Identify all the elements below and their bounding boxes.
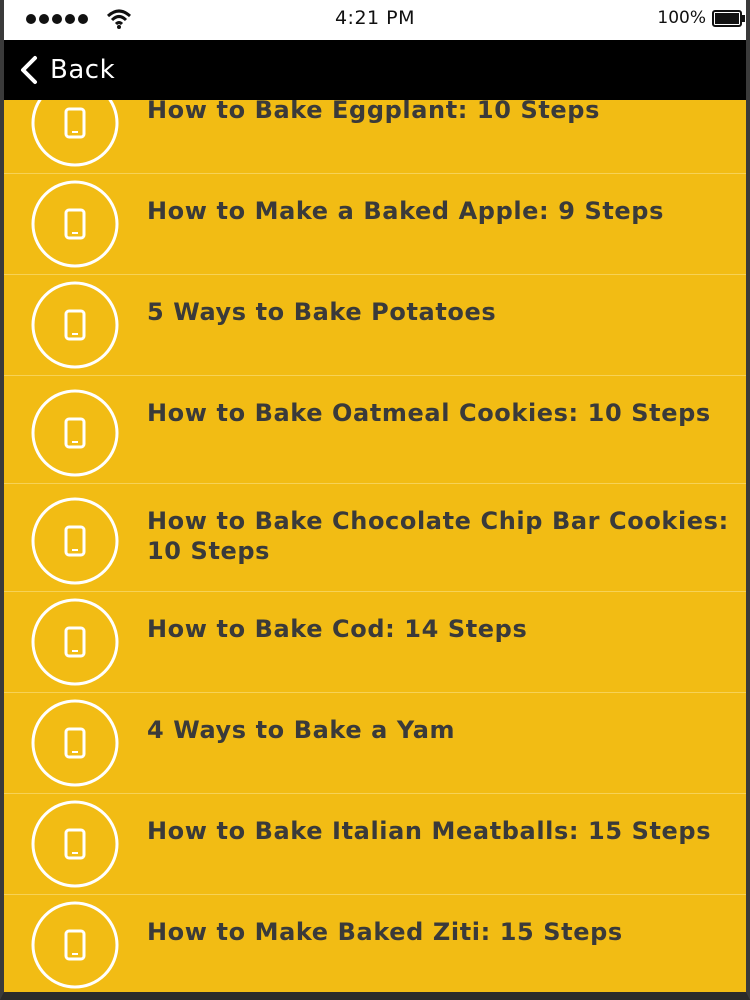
list-item-label: 4 Ways to Bake a Yam bbox=[147, 716, 456, 744]
article-list-content: How to Bake Eggplant: 10 Steps How to Ma… bbox=[4, 100, 746, 992]
list-item[interactable]: How to Make Baked Ziti: 15 Steps bbox=[4, 895, 746, 992]
navigation-bar: Back bbox=[4, 40, 746, 100]
list-item[interactable]: 4 Ways to Bake a Yam bbox=[4, 693, 746, 794]
back-button[interactable]: Back bbox=[18, 52, 115, 88]
list-item[interactable]: How to Bake Italian Meatballs: 15 Steps bbox=[4, 794, 746, 895]
list-item[interactable]: 5 Ways to Bake Potatoes bbox=[4, 275, 746, 376]
article-list[interactable]: How to Bake Eggplant: 10 Steps How to Ma… bbox=[4, 100, 746, 992]
phone-icon bbox=[31, 180, 119, 268]
back-label: Back bbox=[50, 55, 116, 85]
list-item-label: How to Bake Chocolate Chip Bar Cookies: … bbox=[147, 507, 729, 565]
phone-icon bbox=[31, 800, 119, 888]
phone-icon bbox=[31, 281, 119, 369]
list-item[interactable]: How to Bake Oatmeal Cookies: 10 Steps bbox=[4, 376, 746, 484]
status-bar: 4:21 PM 100% bbox=[4, 0, 746, 40]
status-time: 4:21 PM bbox=[334, 7, 416, 29]
battery-icon bbox=[712, 10, 745, 27]
list-item[interactable]: How to Bake Eggplant: 10 Steps bbox=[4, 100, 746, 174]
phone-icon bbox=[31, 497, 119, 585]
chevron-left-icon bbox=[21, 56, 37, 84]
list-item-label: How to Bake Cod: 14 Steps bbox=[147, 615, 528, 643]
phone-icon bbox=[31, 389, 119, 477]
battery-percent: 100% bbox=[657, 8, 706, 28]
list-item-label: How to Bake Oatmeal Cookies: 10 Steps bbox=[147, 399, 711, 427]
list-item-label: How to Make a Baked Apple: 9 Steps bbox=[147, 197, 664, 225]
phone-icon bbox=[31, 598, 119, 686]
phone-icon bbox=[31, 100, 119, 167]
list-item-label: 5 Ways to Bake Potatoes bbox=[147, 298, 497, 326]
list-item-label: How to Bake Italian Meatballs: 15 Steps bbox=[147, 817, 712, 845]
list-item[interactable]: How to Bake Cod: 14 Steps bbox=[4, 592, 746, 693]
list-item[interactable]: How to Make a Baked Apple: 9 Steps bbox=[4, 174, 746, 275]
list-item-label: How to Make Baked Ziti: 15 Steps bbox=[147, 918, 623, 946]
list-item[interactable]: How to Bake Chocolate Chip Bar Cookies: … bbox=[4, 484, 746, 592]
list-item-label: How to Bake Eggplant: 10 Steps bbox=[147, 100, 600, 124]
phone-icon bbox=[31, 901, 119, 989]
device-frame: 4:21 PM 100% Back How to Bake Eggplant: … bbox=[0, 0, 750, 1000]
phone-icon bbox=[31, 699, 119, 787]
